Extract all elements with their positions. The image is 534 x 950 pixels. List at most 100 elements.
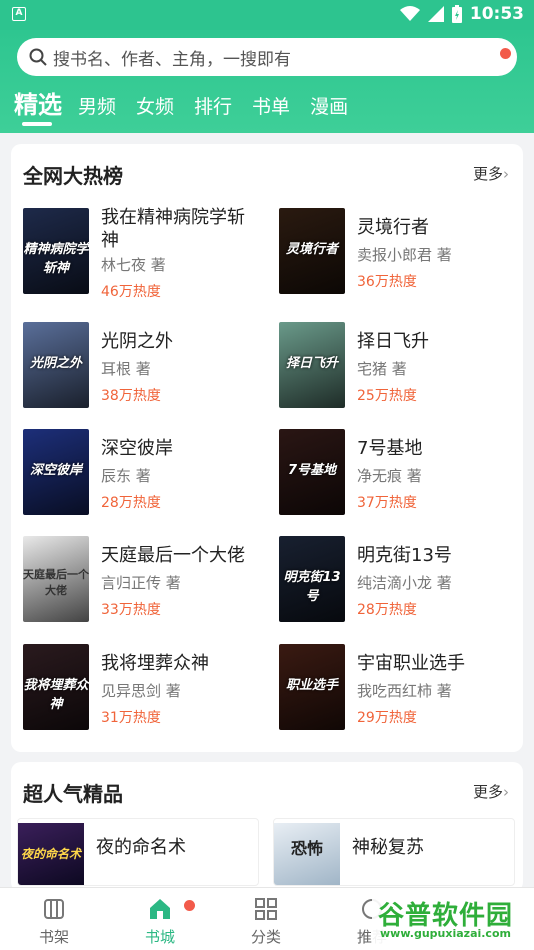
nav-label: 书城 [144,928,175,946]
book-author: 辰东 著 [101,467,151,485]
book-title: 7号基地 [357,438,423,459]
watermark-url: www.gupuxiazai.com [380,927,511,940]
popular-section: 超人气精品 更多› 夜的命名术 夜的命名术 恐怖 神秘复苏 [11,762,523,892]
cover-title: 光阴之外 [29,356,82,371]
book-item[interactable]: 光阴之外 光阴之外 耳根 著 38万热度 [17,322,257,422]
header: 搜书名、作者、主角，一搜即有 精选 男频 女频 排行 书单 漫画 [0,30,534,133]
book-author: 耳根 著 [101,360,151,378]
hot-list-section: 全网大热榜 更多› 精神病院学斩神 我在精神病院学斩神 林七夜 著 46万热度 灵境行者… [11,144,523,752]
book-title: 宇宙职业选手 [357,653,465,674]
more-link[interactable]: 更多› [473,163,509,184]
site-watermark: 谷普软件园 www.gupuxiazai.com [372,893,532,945]
cover-title: 灵境行者 [285,242,338,257]
book-cover: 我将埋葬众神 [23,644,89,730]
more-label: 更多 [472,783,503,801]
book-author: 林七夜 著 [101,256,166,274]
book-heat: 25万热度 [357,388,417,404]
book-item[interactable]: 精神病院学斩神 我在精神病院学斩神 林七夜 著 46万热度 [17,207,257,308]
chevron-right-icon: › [503,165,509,183]
battery-charging-icon [451,5,462,23]
book-author: 见异思剑 著 [101,682,181,700]
book-heat: 29万热度 [357,710,417,726]
book-item[interactable]: 我将埋葬众神 我将埋葬众神 见异思剑 著 31万热度 [17,644,257,744]
book-heat: 37万热度 [357,495,417,511]
notification-dot [184,900,195,911]
signal-icon [427,6,444,22]
cover-title: 明克街13号 [283,570,341,604]
popular-book-card[interactable]: 恐怖 神秘复苏 [273,818,515,886]
book-author: 纯洁滴小龙 著 [357,574,452,592]
more-link[interactable]: 更多› [473,781,509,802]
nav-label: 书架 [38,928,69,946]
book-author: 言归正传 著 [101,574,181,592]
book-heat: 46万热度 [101,284,161,300]
book-item[interactable]: 择日飞升 择日飞升 宅猪 著 25万热度 [273,322,513,422]
popular-book-card[interactable]: 夜的命名术 夜的命名术 [17,818,259,886]
book-title: 灵境行者 [357,217,429,238]
book-heat: 38万热度 [101,388,161,404]
cover-title: 我将埋葬众神 [23,678,89,712]
cover-title: 深空彼岸 [29,463,82,478]
tab-female[interactable]: 女频 [136,94,174,120]
tab-ranking[interactable]: 排行 [194,94,232,120]
wifi-icon [399,6,420,21]
tab-male[interactable]: 男频 [78,94,116,120]
cover-title: 夜的命名术 [20,847,81,861]
book-heat: 28万热度 [101,495,161,511]
book-author: 宅猪 著 [357,360,407,378]
book-title: 深空彼岸 [101,438,173,459]
book-title: 神秘复苏 [352,837,424,858]
book-heat: 33万热度 [101,602,161,618]
book-title: 夜的命名术 [96,837,186,858]
book-cover: 明克街13号 [279,536,345,622]
book-title: 天庭最后一个大佬 [101,545,245,566]
book-cover: 职业选手 [279,644,345,730]
book-cover: 夜的命名术 [18,823,84,885]
cover-title: 天庭最后一个 大佬 [23,568,89,597]
category-grid-icon [255,898,277,920]
nav-label: 分类 [250,928,281,946]
bookshelf-icon [44,899,64,919]
book-heat: 36万热度 [357,274,417,290]
book-cover: 7号基地 [279,429,345,515]
notification-dot [500,48,511,59]
book-item[interactable]: 明克街13号 明克街13号 纯洁滴小龙 著 28万热度 [273,536,513,636]
search-icon [29,48,47,66]
cover-title: 7号基地 [287,463,337,478]
top-tabs: 精选 男频 女频 排行 书单 漫画 [14,90,368,120]
clock: 10:53 [469,4,524,24]
status-bar: A 10:53 [0,0,534,30]
bookstore-home-icon [150,899,170,919]
book-item[interactable]: 7号基地 7号基地 净无痕 著 37万热度 [273,429,513,529]
book-author: 净无痕 著 [357,467,422,485]
book-author: 我吃西红柿 著 [357,682,452,700]
tab-comics[interactable]: 漫画 [310,94,348,120]
tab-booklist[interactable]: 书单 [252,94,290,120]
tab-featured[interactable]: 精选 [14,90,62,120]
chevron-right-icon: › [503,783,509,801]
search-placeholder: 搜书名、作者、主角，一搜即有 [53,49,291,70]
book-cover: 深空彼岸 [23,429,89,515]
book-item[interactable]: 灵境行者 灵境行者 卖报小郎君 著 36万热度 [273,208,513,308]
book-heat: 31万热度 [101,710,161,726]
more-label: 更多 [472,165,503,183]
book-title: 我在精神病院学斩神 [101,207,245,251]
book-title: 明克街13号 [357,545,452,566]
nav-category[interactable]: 分类 [226,896,306,947]
nav-bookshelf[interactable]: 书架 [14,896,94,947]
book-item[interactable]: 天庭最后一个 大佬 天庭最后一个大佬 言归正传 著 33万热度 [17,536,257,636]
active-tab-indicator [22,122,52,126]
book-item[interactable]: 深空彼岸 深空彼岸 辰东 著 28万热度 [17,429,257,529]
search-input[interactable]: 搜书名、作者、主角，一搜即有 [17,38,517,76]
cover-title: 职业选手 [285,678,338,693]
book-item[interactable]: 职业选手 宇宙职业选手 我吃西红柿 著 29万热度 [273,644,513,744]
cover-title: 择日飞升 [285,356,338,371]
book-title: 择日飞升 [357,331,429,352]
app-notification-icon: A [12,7,26,21]
book-title: 光阴之外 [101,331,173,352]
section-title: 超人气精品 [23,782,123,806]
section-title: 全网大热榜 [23,164,123,188]
book-cover: 择日飞升 [279,322,345,408]
book-cover: 光阴之外 [23,322,89,408]
book-heat: 28万热度 [357,602,417,618]
